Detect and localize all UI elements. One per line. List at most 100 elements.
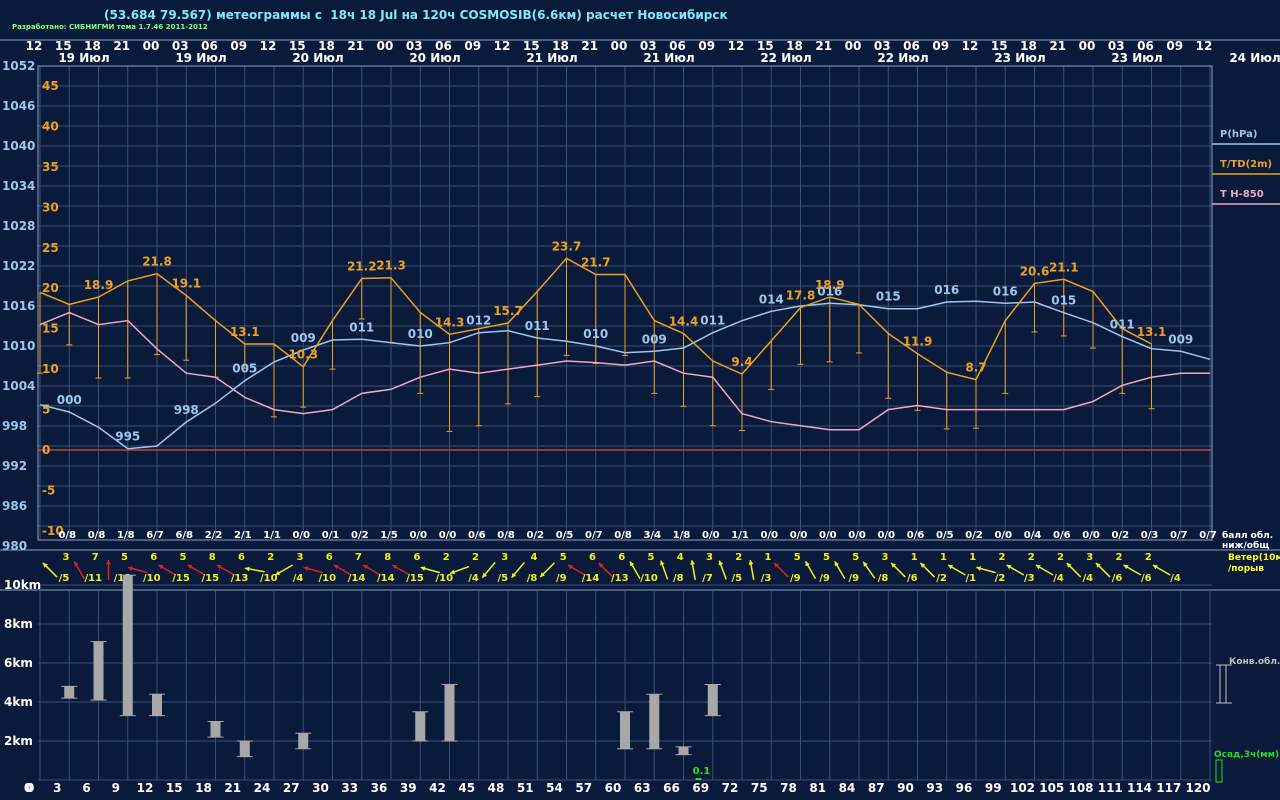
cloud-cover-value: 0/0 [877, 530, 895, 541]
cloud-cover-value: 0/8 [614, 530, 632, 541]
wind-gust-value: /15 [201, 573, 219, 584]
wind-gust-value: /3 [761, 573, 772, 584]
header-hour-label: 12 [962, 39, 979, 53]
convective-cloud-bar [239, 741, 250, 757]
wind-gust-value: /3 [1024, 573, 1035, 584]
height-tick-label: 8km [4, 617, 33, 631]
wind-speed-value: 3 [1086, 552, 1093, 563]
header-hour-label: 00 [611, 39, 628, 53]
header-hour-label: 21 [347, 39, 364, 53]
legend-temp: T/TD(2m) [1220, 159, 1272, 170]
wind-speed-value: 7 [92, 552, 99, 563]
header-hour-label: 12 [728, 39, 745, 53]
pressure-point-label: 011 [1110, 318, 1135, 332]
cloud-cover-value: 0/0 [439, 530, 457, 541]
cloud-cover-value: 0/0 [1082, 530, 1100, 541]
pressure-tick-label: 992 [2, 459, 27, 473]
cloud-cover-value: 3/4 [643, 530, 661, 541]
wind-gust-value: /14 [377, 573, 395, 584]
hour-offset-label: 66 [663, 781, 680, 795]
wind-gust-value: /1 [965, 573, 976, 584]
cloud-cover-value: 6/7 [146, 530, 164, 541]
header-date-label: 24 Июл [1229, 51, 1280, 65]
header-date-label: 23 Июл [994, 51, 1045, 65]
cloud-cover-value: 2/2 [205, 530, 223, 541]
pressure-point-label: 011 [700, 314, 725, 328]
hour-offset-label: 78 [780, 781, 797, 795]
wind-speed-value: 1 [969, 552, 976, 563]
hour-offset-label: 18 [195, 781, 212, 795]
wind-gust-value: /15 [406, 573, 424, 584]
temp-point-label: 18.9 [84, 278, 114, 292]
cloud-cover-value: 0/2 [526, 530, 544, 541]
wind-gust-value: /9 [819, 573, 830, 584]
wind-gust-value: /13 [231, 573, 249, 584]
wind-speed-value: 6 [150, 552, 157, 563]
temp-point-label: 14.4 [669, 315, 699, 329]
convective-cloud-bar [707, 684, 718, 716]
legend-t850: T H-850 [1220, 189, 1264, 200]
hour-offset-label: 84 [839, 781, 856, 795]
cloud-cover-value: 0/6 [907, 530, 925, 541]
header-date-label: 19 Июл [175, 51, 226, 65]
wind-speed-value: 7 [355, 552, 362, 563]
cloud-cover-value: 6/8 [175, 530, 193, 541]
wind-speed-value: 5 [648, 552, 655, 563]
convective-cloud-bar [444, 684, 455, 741]
wind-speed-value: 2 [1057, 552, 1064, 563]
header-date-label: 21 Июл [526, 51, 577, 65]
wind-speed-value: 2 [1028, 552, 1035, 563]
temp-point-label: 14.3 [435, 315, 465, 329]
header-hour-label: 12 [26, 39, 43, 53]
wind-speed-value: 2 [443, 552, 450, 563]
wind-gust-value: /4 [1053, 573, 1064, 584]
temp-tick-label: -5 [42, 483, 55, 497]
cloud-cover-value: 0/7 [1170, 530, 1188, 541]
wind-gust-value: /5 [497, 573, 508, 584]
hour-offset-label: 9 [112, 781, 120, 795]
header-hour-label: 12 [1196, 39, 1213, 53]
cloud-cover-value: 1/1 [263, 530, 281, 541]
hour-offset-label: 96 [956, 781, 973, 795]
hour-offset-label: 15 [166, 781, 183, 795]
hour-offset-label: 117 [1156, 781, 1181, 795]
wind-gust-value: /13 [611, 573, 629, 584]
pressure-tick-label: 998 [2, 419, 27, 433]
header-date-label: 19 Июл [58, 51, 109, 65]
wind-speed-value: 3 [882, 552, 889, 563]
pressure-point-label: 012 [466, 314, 491, 328]
wind-speed-value: 8 [209, 552, 216, 563]
pressure-point-label: 011 [525, 319, 550, 333]
wind-gust-value: /2 [936, 573, 947, 584]
height-tick-label: 2km [4, 734, 33, 748]
wind-gust-value: /14 [348, 573, 366, 584]
temp-point-label: 21.8 [142, 255, 172, 269]
cloud-cover-value: 0/0 [409, 530, 427, 541]
convective-cloud-bar [93, 641, 104, 701]
wind-gust-value: /5 [59, 573, 70, 584]
pressure-point-label: 014 [759, 292, 784, 306]
wind-speed-value: 5 [560, 552, 567, 563]
header-date-label: 22 Июл [760, 51, 811, 65]
temp-point-label: 13.1 [230, 325, 260, 339]
header-hour-label: 12 [260, 39, 277, 53]
cloud-cover-value: 0/6 [468, 530, 486, 541]
pressure-point-label: 010 [583, 327, 608, 341]
temp-point-label: 10.3 [288, 348, 318, 362]
pressure-tick-label: 986 [2, 499, 27, 513]
hour-offset-label: 120 [1185, 781, 1210, 795]
header-hour-label: 09 [698, 39, 715, 53]
cloud-cover-value: 1/8 [673, 530, 691, 541]
hour-offset-label: 21 [224, 781, 241, 795]
hour-offset-label: 24 [254, 781, 271, 795]
legend-precip-swatch [1215, 759, 1223, 783]
wind-speed-value: 6 [326, 552, 333, 563]
cloud-cover-value: 0/0 [760, 530, 778, 541]
temp-tick-label: 15 [42, 322, 59, 336]
hour-offset-label: 39 [400, 781, 417, 795]
wind-speed-value: 2 [1145, 552, 1152, 563]
legend-conv: Конв.обл. [1229, 656, 1280, 667]
height-tick-label: 6km [4, 656, 33, 670]
temp-tick-label: 20 [42, 281, 59, 295]
wind-gust-value: /10 [143, 573, 161, 584]
